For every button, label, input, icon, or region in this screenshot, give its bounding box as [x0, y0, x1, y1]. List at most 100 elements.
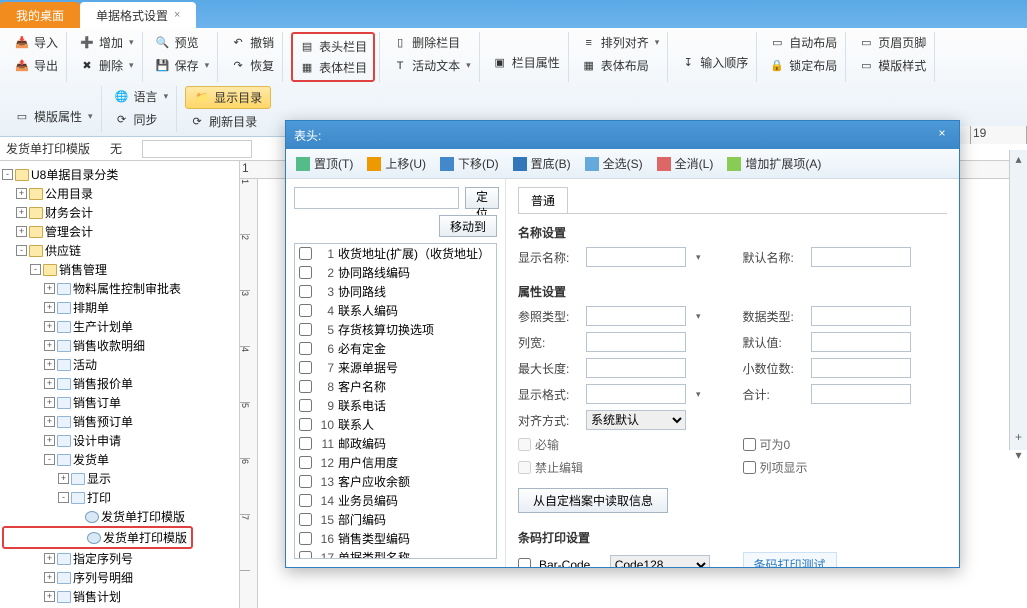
tab-desktop[interactable]: 我的桌面	[0, 2, 80, 28]
tree-node[interactable]: 发货单打印模版	[2, 507, 237, 526]
tree-node[interactable]: +生产计划单	[2, 317, 237, 336]
language-button[interactable]: 🌐语言▾	[110, 86, 173, 107]
barcode-checkbox[interactable]	[518, 558, 531, 567]
list-item-checkbox[interactable]	[299, 285, 312, 298]
locate-button[interactable]: 定位	[465, 187, 499, 209]
align-select[interactable]: 系统默认	[586, 410, 686, 430]
close-icon[interactable]: ×	[174, 9, 180, 21]
expand-icon[interactable]: +	[44, 283, 55, 294]
decimals-field[interactable]	[811, 358, 911, 378]
list-item-checkbox[interactable]	[299, 513, 312, 526]
total-field[interactable]	[811, 384, 911, 404]
tree-node[interactable]: -U8单据目录分类	[2, 165, 237, 184]
display-format-field[interactable]	[586, 384, 686, 404]
list-item[interactable]: 11邮政编码	[295, 434, 496, 453]
chevron-down-icon[interactable]: ▾	[696, 311, 701, 322]
list-item[interactable]: 17单据类型名称	[295, 548, 496, 559]
add-button[interactable]: ➕增加▾	[75, 32, 138, 53]
list-item-checkbox[interactable]	[299, 323, 312, 336]
add-extension-button[interactable]: 增加扩展项(A)	[727, 155, 821, 172]
tree-node[interactable]: 发货单打印模版	[4, 528, 187, 547]
barcode-type-select[interactable]: Code128	[610, 555, 710, 568]
tree-node[interactable]: +显示	[2, 469, 237, 488]
collapse-icon[interactable]: -	[44, 454, 55, 465]
list-item-checkbox[interactable]	[299, 418, 312, 431]
locate-input[interactable]	[294, 187, 459, 209]
list-item[interactable]: 5存货核算切换选项	[295, 320, 496, 339]
list-item-checkbox[interactable]	[299, 361, 312, 374]
tree-node[interactable]: +销售订单	[2, 393, 237, 412]
list-item[interactable]: 15部门编码	[295, 510, 496, 529]
template-property-button[interactable]: ▭模版属性▾	[10, 106, 97, 127]
header-columns-button[interactable]: ▤表头栏目	[295, 36, 371, 57]
default-name-field[interactable]	[811, 247, 911, 267]
max-length-field[interactable]	[586, 358, 686, 378]
tab-format-settings[interactable]: 单据格式设置 ×	[80, 2, 196, 28]
list-item-checkbox[interactable]	[299, 532, 312, 545]
scroll-up-icon[interactable]: ▴	[1010, 150, 1027, 168]
dialog-titlebar[interactable]: 表头: ×	[286, 121, 959, 149]
sync-button[interactable]: ⟳同步	[110, 109, 173, 130]
expand-icon[interactable]: +	[44, 302, 55, 313]
list-item[interactable]: 8客户名称	[295, 377, 496, 396]
tree-node[interactable]: +物料属性控制审批表	[2, 279, 237, 298]
refresh-directory-button[interactable]: ⟳刷新目录	[185, 111, 271, 132]
collapse-icon[interactable]: -	[2, 169, 13, 180]
list-item[interactable]: 12用户信用度	[295, 453, 496, 472]
expand-icon[interactable]: +	[44, 553, 55, 564]
side-scroll[interactable]: ▴ + ▾	[1009, 150, 1027, 450]
list-item[interactable]: 7来源单据号	[295, 358, 496, 377]
expand-icon[interactable]: +	[44, 397, 55, 408]
list-item[interactable]: 4联系人编码	[295, 301, 496, 320]
save-button[interactable]: 💾保存▾	[151, 55, 214, 76]
tree-node[interactable]: -打印	[2, 488, 237, 507]
scroll-split-icon[interactable]: +	[1010, 428, 1027, 446]
display-name-field[interactable]	[586, 247, 686, 267]
auto-layout-button[interactable]: ▭自动布局	[765, 32, 841, 53]
list-item-checkbox[interactable]	[299, 304, 312, 317]
import-button[interactable]: 📥导入	[10, 32, 62, 53]
list-item[interactable]: 9联系电话	[295, 396, 496, 415]
tree-node[interactable]: +财务会计	[2, 203, 237, 222]
move-bottom-button[interactable]: 置底(B)	[513, 155, 571, 172]
template-style-button[interactable]: ▭模版样式	[854, 55, 930, 76]
align-button[interactable]: ≡排列对齐▾	[577, 32, 664, 53]
list-item[interactable]: 3协同路线	[295, 282, 496, 301]
field-list[interactable]: 1收货地址(扩展)（收货地址）2协同路线编码3协同路线4联系人编码5存货核算切换…	[294, 243, 497, 559]
col-width-field[interactable]	[586, 332, 686, 352]
expand-icon[interactable]: +	[44, 416, 55, 427]
list-item-checkbox[interactable]	[299, 475, 312, 488]
expand-icon[interactable]: +	[16, 207, 27, 218]
undo-button[interactable]: ↶撤销	[226, 32, 278, 53]
col-show-checkbox[interactable]	[743, 461, 756, 474]
list-item-checkbox[interactable]	[299, 456, 312, 469]
read-custom-button[interactable]: 从自定档案中读取信息	[518, 488, 668, 513]
expand-icon[interactable]: +	[58, 473, 69, 484]
delete-button[interactable]: ✖删除▾	[75, 55, 138, 76]
tab-common[interactable]: 普通	[518, 187, 568, 213]
list-item-checkbox[interactable]	[299, 247, 312, 260]
list-item-checkbox[interactable]	[299, 494, 312, 507]
directory-tree[interactable]: -U8单据目录分类+公用目录+财务会计+管理会计-供应链-销售管理+物料属性控制…	[0, 161, 240, 608]
body-layout-button[interactable]: ▦表体布局	[577, 55, 664, 76]
moveto-button[interactable]: 移动到	[439, 215, 497, 237]
list-item[interactable]: 1收货地址(扩展)（收货地址）	[295, 244, 496, 263]
column-property-button[interactable]: ▣栏目属性	[488, 52, 564, 73]
tree-node[interactable]: -发货单	[2, 450, 237, 469]
input-order-button[interactable]: ↧输入顺序	[676, 52, 752, 73]
lock-layout-button[interactable]: 🔒锁定布局	[765, 55, 841, 76]
barcode-test-button[interactable]: 条码打印测试	[743, 552, 837, 567]
expand-icon[interactable]: +	[44, 435, 55, 446]
tree-node[interactable]: +销售收款明细	[2, 336, 237, 355]
close-icon[interactable]: ×	[933, 126, 951, 144]
move-top-button[interactable]: 置顶(T)	[296, 155, 353, 172]
tree-node[interactable]: -销售管理	[2, 260, 237, 279]
list-item[interactable]: 14业务员编码	[295, 491, 496, 510]
tree-node[interactable]: +销售报价单	[2, 374, 237, 393]
tree-node[interactable]: +管理会计	[2, 222, 237, 241]
tree-node[interactable]: +活动	[2, 355, 237, 374]
data-type-field[interactable]	[811, 306, 911, 326]
deselect-all-button[interactable]: 全消(L)	[657, 155, 714, 172]
expand-icon[interactable]: +	[44, 572, 55, 583]
expand-icon[interactable]: +	[44, 340, 55, 351]
